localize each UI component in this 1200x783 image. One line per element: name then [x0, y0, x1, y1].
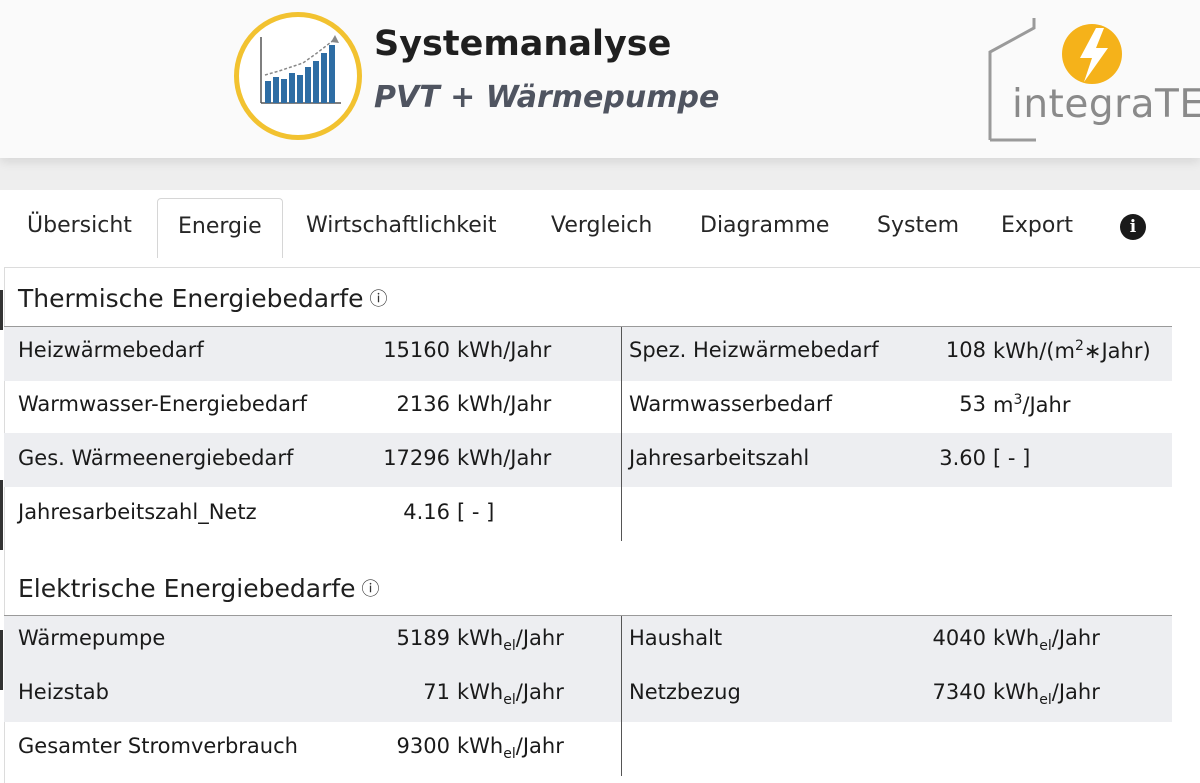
app-header: Systemanalyse PVT + Wärmepumpe integraTE: [0, 0, 1200, 158]
tab-vergleich[interactable]: Vergleich: [551, 198, 652, 258]
unit: [ - ]: [993, 446, 1031, 470]
unit: kWh/(m2∗Jahr): [993, 338, 1151, 363]
label-spez-heizwaermebedarf: Spez. Heizwärmebedarf: [629, 338, 879, 362]
value-warmwasser-energiebedarf: 2136: [396, 392, 450, 416]
value-jahresarbeitszahl: 3.60: [939, 446, 986, 470]
info-icon[interactable]: ⓘ: [362, 579, 380, 600]
unit: kWh/Jahr: [457, 338, 552, 362]
section-title-electric: Elektrische Energiebedarfe ⓘ: [18, 574, 380, 603]
label-warmwasserbedarf: Warmwasserbedarf: [629, 392, 832, 416]
unit: kWh/Jahr: [457, 446, 552, 470]
label-jahresarbeitszahl-netz: Jahresarbeitszahl_Netz: [18, 500, 257, 524]
value-netzbezug: 7340: [932, 680, 986, 704]
bar-chart-trend-icon: [234, 12, 362, 140]
app-subtitle: PVT + Wärmepumpe: [374, 80, 720, 115]
tab-bar: Übersicht Energie Wirtschaftlichkeit Ver…: [0, 190, 1200, 260]
unit: kWhel/Jahr: [993, 626, 1100, 655]
value-heizwaermebedarf: 15160: [383, 338, 450, 362]
brand-name: integraTE: [1012, 82, 1200, 127]
tab-system[interactable]: System: [877, 198, 959, 258]
label-jahresarbeitszahl: Jahresarbeitszahl: [629, 446, 810, 470]
info-icon[interactable]: i: [1120, 214, 1146, 240]
label-heizwaermebedarf: Heizwärmebedarf: [18, 338, 204, 362]
unit: kWhel/Jahr: [457, 626, 564, 655]
tab-wirtschaftlichkeit[interactable]: Wirtschaftlichkeit: [306, 198, 497, 258]
left-edge-mark: [0, 480, 3, 550]
value-waermepumpe: 5189: [396, 626, 450, 650]
label-haushalt: Haushalt: [629, 626, 723, 650]
unit: kWh/Jahr: [457, 392, 552, 416]
label-warmwasser-energiebedarf: Warmwasser-Energiebedarf: [18, 392, 308, 416]
app-title: Systemanalyse: [374, 24, 672, 64]
label-waermepumpe: Wärmepumpe: [18, 626, 166, 650]
unit: kWhel/Jahr: [457, 734, 564, 763]
unit: m3/Jahr: [993, 392, 1071, 417]
value-ges-waermeenergiebedarf: 17296: [383, 446, 450, 470]
label-heizstab: Heizstab: [18, 680, 109, 704]
value-haushalt: 4040: [932, 626, 986, 650]
unit: [ - ]: [457, 500, 495, 524]
value-heizstab: 71: [423, 680, 450, 704]
main-panel: Übersicht Energie Wirtschaftlichkeit Ver…: [0, 190, 1200, 783]
label-ges-waermeenergiebedarf: Ges. Wärmeenergiebedarf: [18, 446, 294, 470]
tab-uebersicht[interactable]: Übersicht: [27, 198, 132, 258]
value-spez-heizwaermebedarf: 108: [945, 338, 986, 362]
section-title-thermal: Thermische Energiebedarfe ⓘ: [18, 284, 388, 313]
label-netzbezug: Netzbezug: [629, 680, 741, 704]
label-gesamter-stromverbrauch: Gesamter Stromverbrauch: [18, 734, 298, 758]
unit: kWhel/Jahr: [457, 680, 564, 709]
tab-energie[interactable]: Energie: [157, 198, 283, 258]
left-edge-mark: [0, 290, 3, 330]
left-edge-mark: [0, 630, 3, 690]
info-icon[interactable]: ⓘ: [370, 289, 388, 310]
unit: kWhel/Jahr: [993, 680, 1100, 709]
tab-diagramme[interactable]: Diagramme: [700, 198, 829, 258]
column-divider: [621, 616, 622, 776]
value-warmwasserbedarf: 53: [959, 392, 986, 416]
column-divider: [621, 327, 622, 541]
value-jahresarbeitszahl-netz: 4.16: [403, 500, 450, 524]
value-gesamter-stromverbrauch: 9300: [396, 734, 450, 758]
tab-export[interactable]: Export: [1001, 198, 1073, 258]
